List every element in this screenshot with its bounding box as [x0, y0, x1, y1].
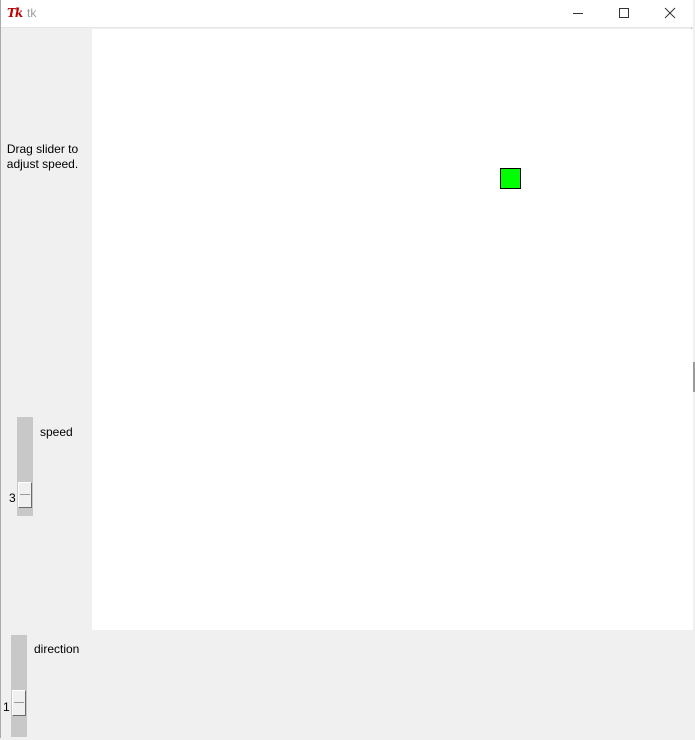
direction-slider-handle[interactable]: [12, 690, 26, 716]
close-button[interactable]: [647, 0, 693, 28]
left-panel: Drag slider to adjust speed.: [1, 29, 92, 630]
tk-window: Tk tk Drag slider to adjust speed. 3 spe…: [0, 0, 693, 738]
tk-feather-icon: Tk: [7, 6, 23, 20]
close-icon: [664, 7, 676, 19]
maximize-button[interactable]: [601, 0, 647, 28]
speed-label: speed: [40, 425, 73, 439]
direction-value: 1: [3, 700, 10, 714]
title-bar[interactable]: Tk tk: [1, 0, 693, 28]
bottom-panel: 1 direction: [1, 630, 693, 738]
green-square-sprite: [500, 168, 521, 189]
direction-slider-trough[interactable]: [11, 635, 27, 737]
instructions-label: Drag slider to adjust speed.: [6, 142, 79, 171]
maximize-icon: [619, 8, 629, 18]
drawing-canvas[interactable]: [92, 29, 693, 630]
minimize-icon: [573, 13, 583, 14]
window-title: tk: [27, 6, 37, 20]
minimize-button[interactable]: [555, 0, 601, 28]
speed-value: 3: [9, 491, 16, 505]
speed-slider-handle[interactable]: [18, 482, 32, 508]
direction-label: direction: [34, 642, 80, 656]
